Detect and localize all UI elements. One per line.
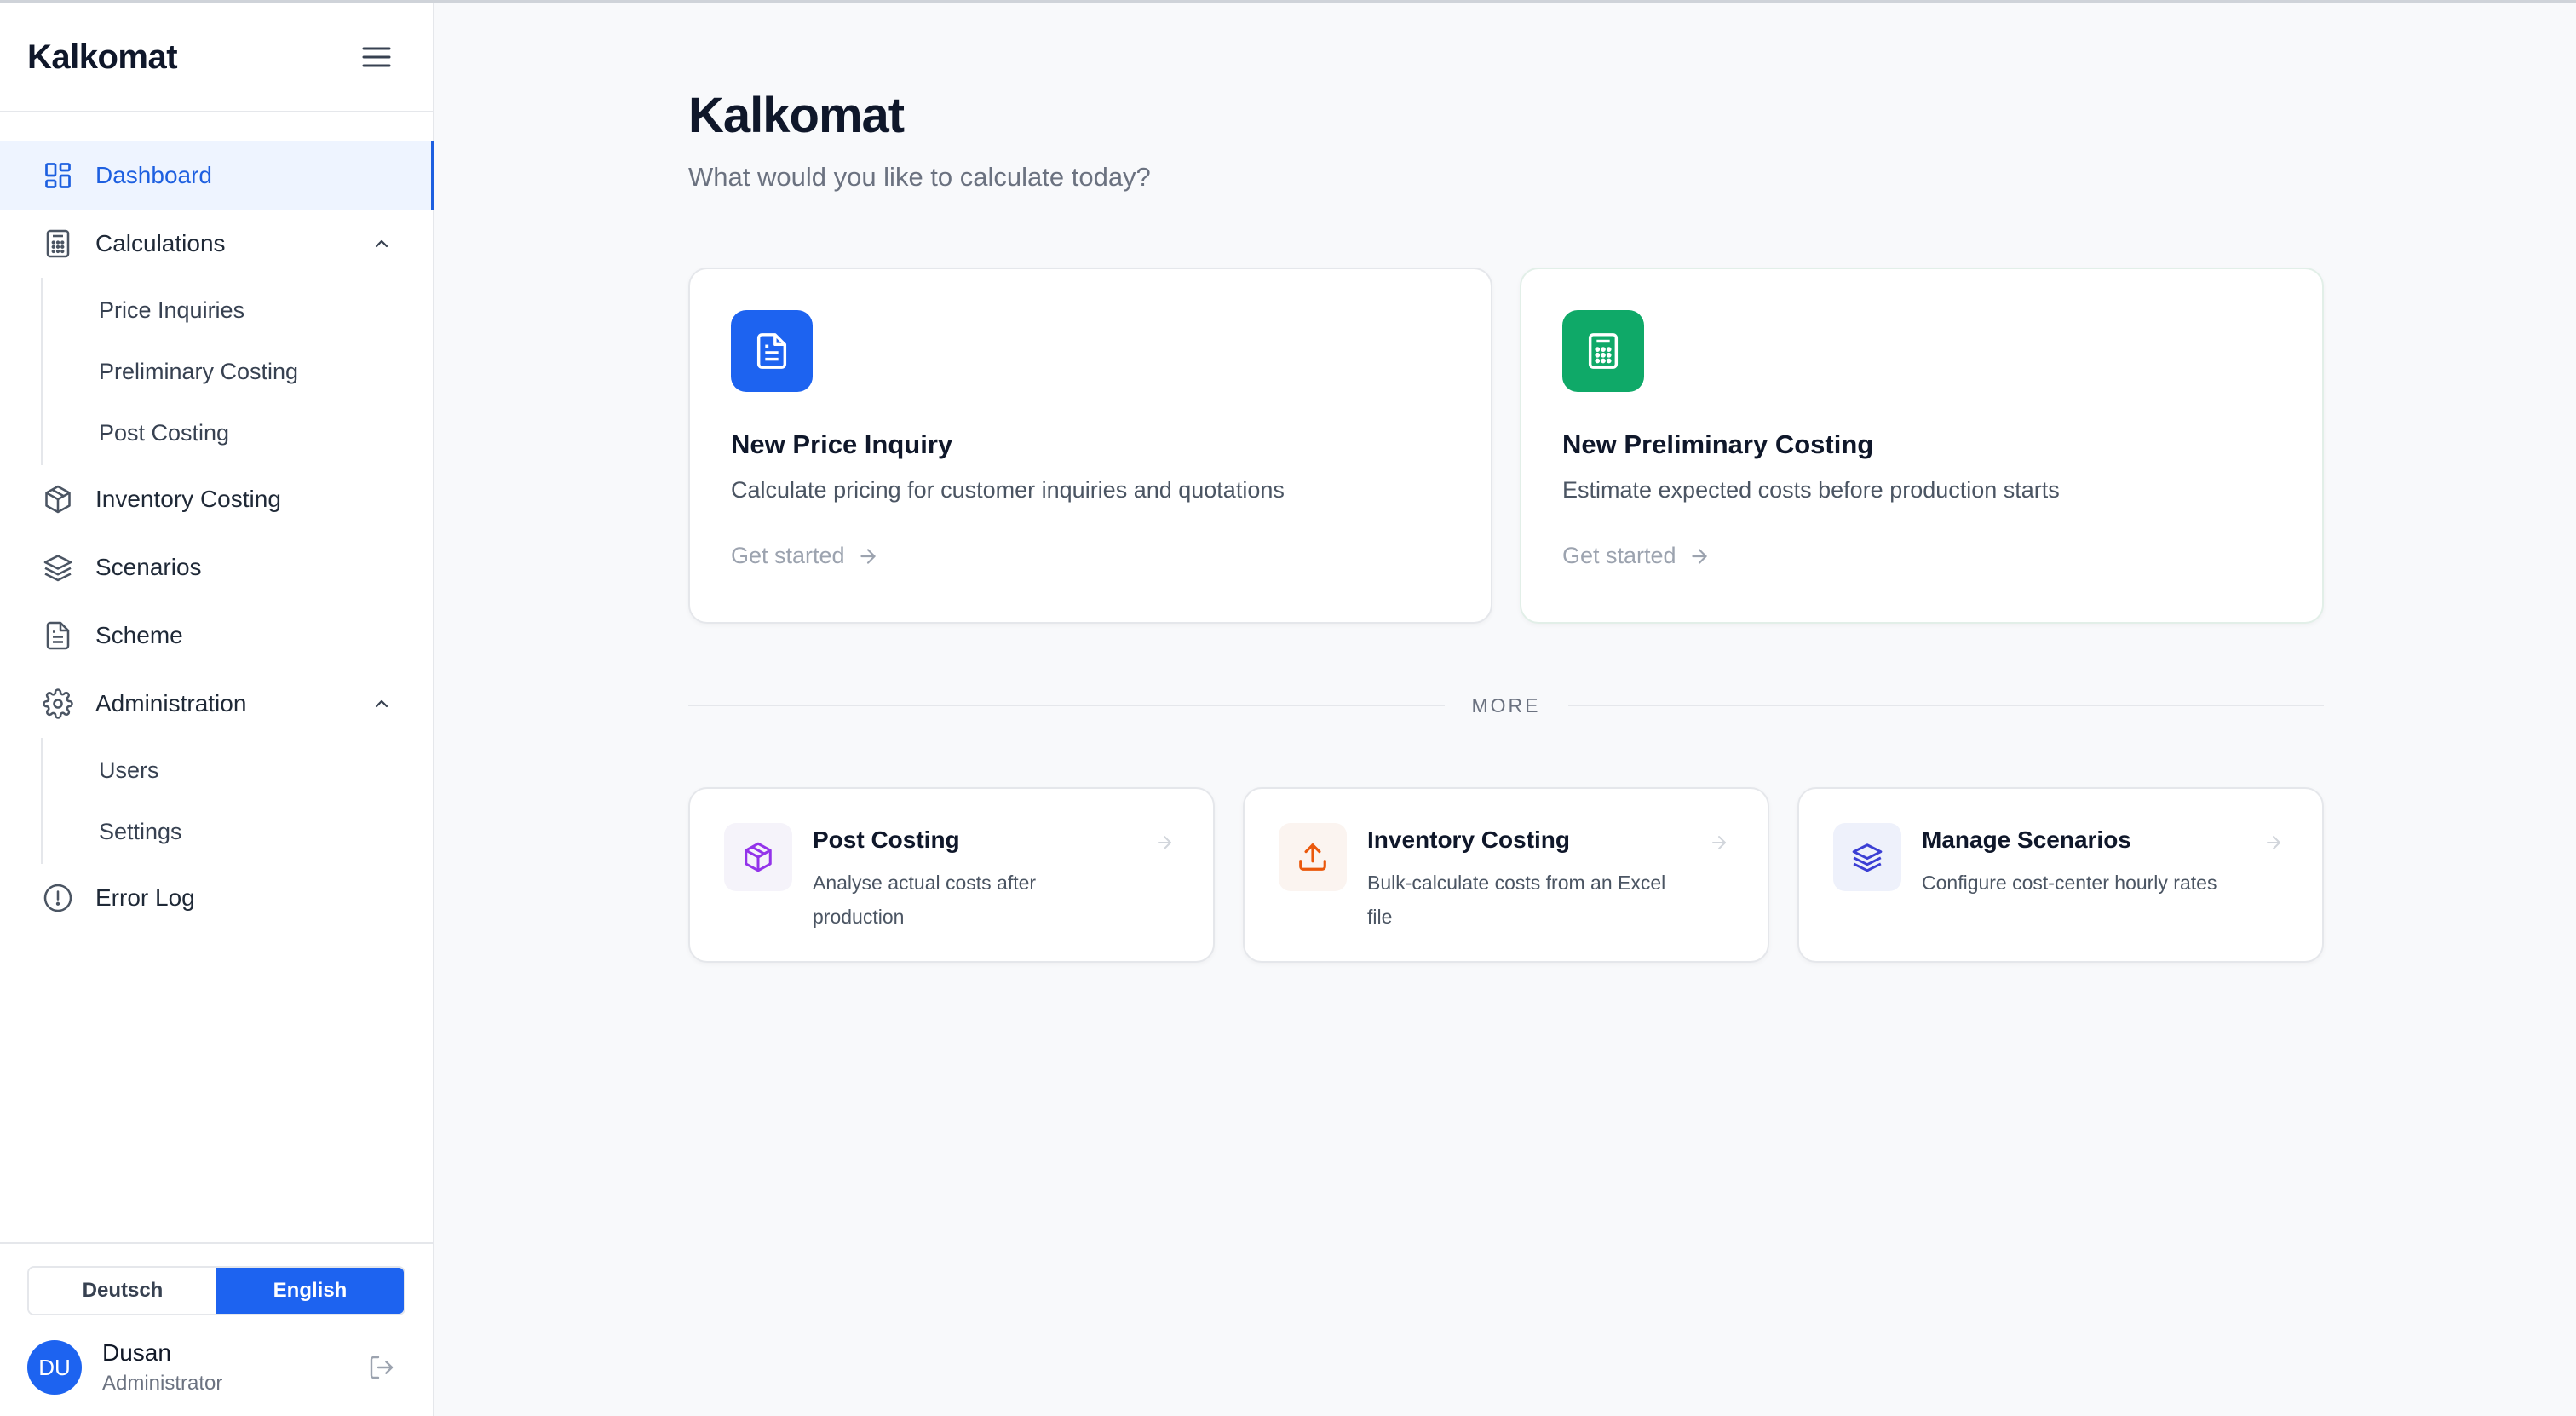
sidebar-item-label: Inventory Costing — [95, 486, 281, 512]
post-costing-card[interactable]: Post Costing Analyse actual costs after … — [688, 787, 1215, 963]
arrow-right-icon — [857, 545, 879, 567]
administration-submenu: Users Settings — [41, 738, 433, 864]
dashboard-grid-icon — [41, 158, 75, 193]
sidebar-item-error-log[interactable]: Error Log — [0, 864, 433, 932]
sidebar-item-label: Scenarios — [95, 554, 202, 580]
calculations-submenu: Price Inquiries Preliminary Costing Post… — [41, 278, 433, 465]
arrow-right-icon — [1150, 828, 1179, 857]
card-title: New Price Inquiry — [731, 429, 953, 459]
language-option-english[interactable]: English — [216, 1268, 404, 1314]
sidebar-header: Kalkomat — [0, 3, 433, 112]
arrow-right-icon — [1688, 545, 1711, 567]
sidebar-item-label: Calculations — [95, 230, 226, 256]
sidebar-item-price-inquiries[interactable]: Price Inquiries — [43, 279, 433, 341]
avatar: DU — [27, 1340, 82, 1395]
get-started-link[interactable]: Get started — [731, 543, 1450, 569]
sidebar-item-calculations[interactable]: Calculations — [0, 210, 433, 278]
sidebar-item-settings[interactable]: Settings — [43, 801, 433, 862]
user-role: Administrator — [102, 1372, 223, 1395]
card-description: Configure cost-center hourly rates — [1922, 872, 2217, 894]
language-switcher: Deutsch English — [27, 1266, 405, 1315]
package-icon — [41, 482, 75, 516]
layers-icon — [41, 550, 75, 584]
upload-icon — [1279, 823, 1347, 891]
sidebar-item-preliminary-costing[interactable]: Preliminary Costing — [43, 341, 433, 402]
sidebar-item-dashboard[interactable]: Dashboard — [0, 141, 434, 210]
user-profile: DU Dusan Administrator — [27, 1339, 405, 1396]
language-option-deutsch[interactable]: Deutsch — [29, 1268, 216, 1314]
arrow-right-icon — [1705, 828, 1734, 857]
card-title: New Preliminary Costing — [1562, 429, 1874, 459]
sidebar-item-scenarios[interactable]: Scenarios — [0, 533, 433, 602]
chevron-up-icon[interactable] — [368, 230, 395, 257]
layers-icon — [1833, 823, 1901, 891]
card-body: Inventory Costing Bulk-calculate costs f… — [1367, 823, 1705, 961]
document-icon — [41, 619, 75, 653]
card-body: Post Costing Analyse actual costs after … — [813, 823, 1150, 961]
card-description: Bulk-calculate costs from an Excel file — [1367, 872, 1666, 928]
package-icon — [724, 823, 792, 891]
section-divider: MORE — [688, 690, 2324, 721]
page-subtitle: What would you like to calculate today? — [688, 162, 1151, 192]
logout-icon[interactable] — [363, 1349, 400, 1386]
sidebar-item-post-costing[interactable]: Post Costing — [43, 402, 433, 463]
new-price-inquiry-card[interactable]: New Price Inquiry Calculate pricing for … — [688, 268, 1492, 624]
sidebar-item-label: Administration — [95, 690, 247, 717]
get-started-label: Get started — [731, 543, 845, 568]
user-name: Dusan — [102, 1339, 171, 1366]
card-description: Estimate expected costs before productio… — [1562, 477, 2060, 503]
sidebar-nav: Dashboard Calculations Price Inquiries P… — [0, 112, 434, 932]
card-title: Inventory Costing — [1367, 826, 1571, 853]
card-description: Analyse actual costs after production — [813, 872, 1037, 928]
sidebar-item-label: Dashboard — [95, 162, 212, 188]
sidebar-item-inventory-costing[interactable]: Inventory Costing — [0, 465, 433, 533]
sidebar-item-scheme[interactable]: Scheme — [0, 602, 433, 670]
brand-logo-text: Kalkomat — [27, 37, 178, 76]
card-title: Manage Scenarios — [1922, 826, 2131, 853]
sidebar-item-users[interactable]: Users — [43, 740, 433, 801]
sidebar: Kalkomat Dashboard Calculations Price In… — [0, 3, 434, 1416]
divider-line — [1567, 705, 2324, 706]
calculator-icon — [41, 227, 75, 261]
divider-line — [688, 705, 1445, 706]
user-info: Dusan Administrator — [102, 1339, 363, 1396]
document-icon — [731, 310, 813, 392]
calculator-icon — [1562, 310, 1644, 392]
sidebar-item-label: Error Log — [95, 884, 195, 911]
sidebar-footer: Deutsch English DU Dusan Administrator — [0, 1242, 433, 1416]
chevron-up-icon[interactable] — [368, 690, 395, 717]
card-body: Manage Scenarios Configure cost-center h… — [1922, 823, 2259, 961]
get-started-label: Get started — [1562, 543, 1676, 568]
hamburger-menu-icon[interactable] — [358, 38, 395, 76]
arrow-right-icon — [2259, 828, 2288, 857]
gear-icon — [41, 687, 75, 721]
new-preliminary-costing-card[interactable]: New Preliminary Costing Estimate expecte… — [1520, 268, 2324, 624]
divider-label: MORE — [1471, 694, 1541, 717]
card-title: Post Costing — [813, 826, 960, 853]
card-description: Calculate pricing for customer inquiries… — [731, 477, 1285, 503]
sidebar-item-label: Scheme — [95, 622, 183, 648]
page-title: Kalkomat — [688, 88, 905, 143]
inventory-costing-card[interactable]: Inventory Costing Bulk-calculate costs f… — [1243, 787, 1769, 963]
get-started-link[interactable]: Get started — [1562, 543, 2281, 569]
sidebar-item-administration[interactable]: Administration — [0, 670, 433, 738]
alert-circle-icon — [41, 881, 75, 915]
manage-scenarios-card[interactable]: Manage Scenarios Configure cost-center h… — [1797, 787, 2324, 963]
